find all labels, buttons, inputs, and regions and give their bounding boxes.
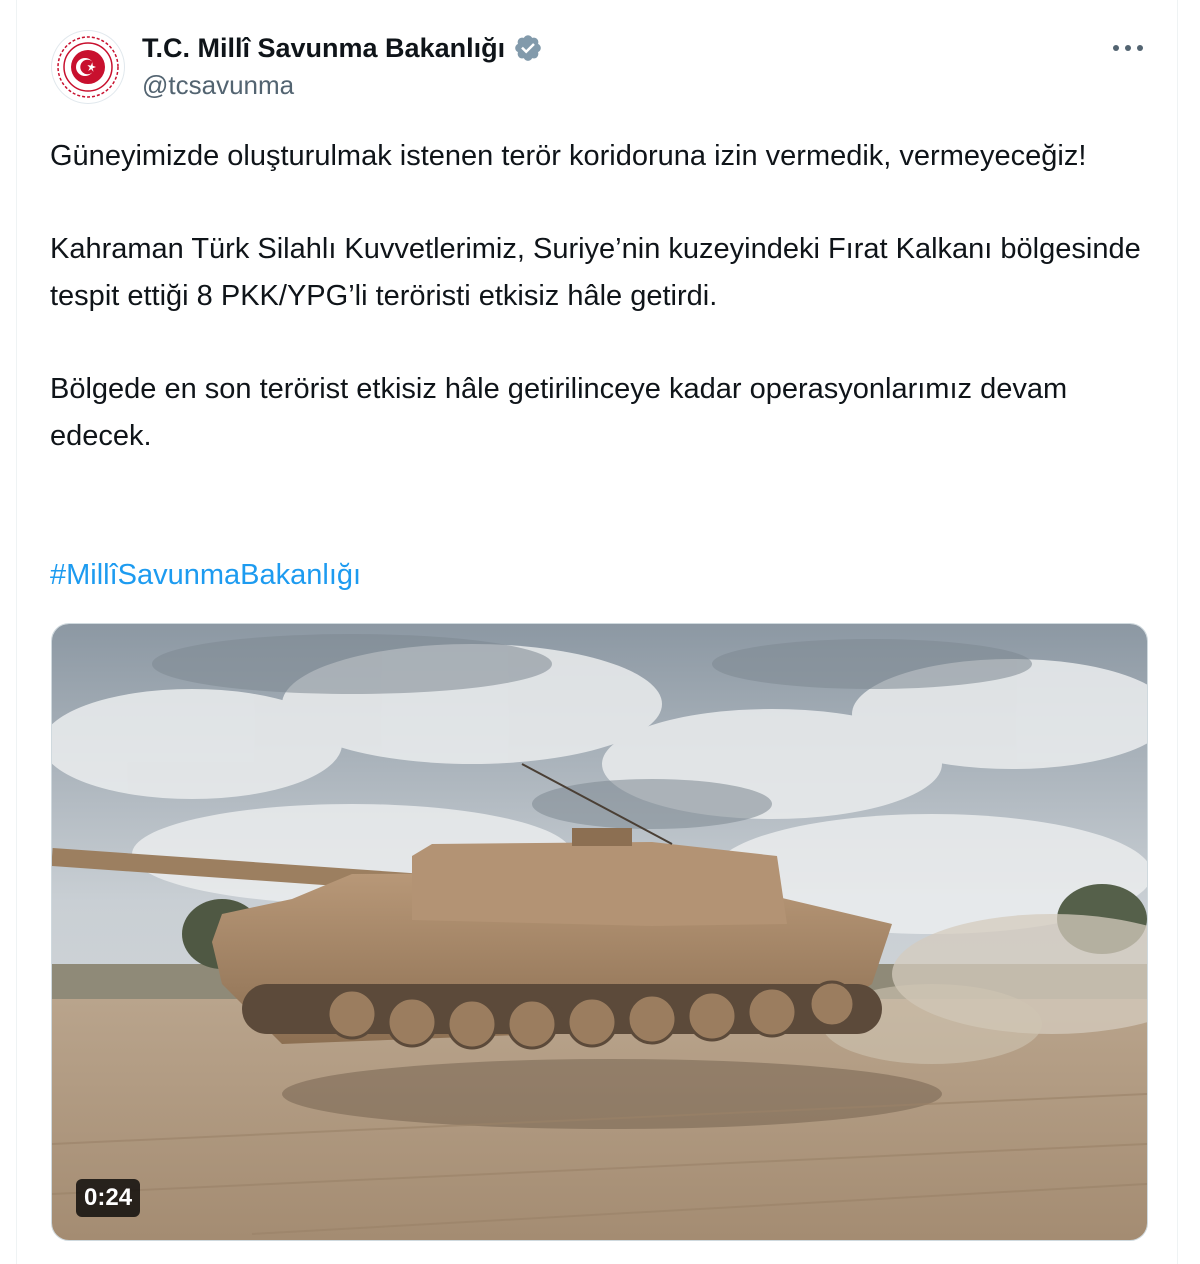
video-duration-badge: 0:24 xyxy=(76,1179,141,1217)
more-options-icon xyxy=(1113,45,1143,51)
author-name-row[interactable]: T.C. Millî Savunma Bakanlığı xyxy=(142,30,543,66)
tweet-paragraph: Güneyimizde oluşturulmak istenen terör k… xyxy=(50,140,1087,172)
more-options-button[interactable] xyxy=(1108,34,1148,62)
video-player[interactable]: 0:24 xyxy=(51,623,1148,1241)
tweet-text: Güneyimizde oluşturulmak istenen terör k… xyxy=(50,133,1160,506)
tweet-paragraph: Bölgede en son terörist etkisiz hâle get… xyxy=(50,373,1068,452)
hashtag-link[interactable]: #MillîSavunmaBakanlığı xyxy=(50,552,361,599)
ministry-emblem-icon xyxy=(54,33,122,101)
verified-badge-icon xyxy=(515,35,541,61)
author-handle[interactable]: @tcsavunma xyxy=(142,70,294,101)
tweet-paragraph: Kahraman Türk Silahlı Kuvvetlerimiz, Sur… xyxy=(50,233,1141,312)
avatar[interactable] xyxy=(52,31,124,103)
video-thumbnail xyxy=(52,624,1147,1240)
author-display-name[interactable]: T.C. Millî Savunma Bakanlığı xyxy=(142,33,505,64)
